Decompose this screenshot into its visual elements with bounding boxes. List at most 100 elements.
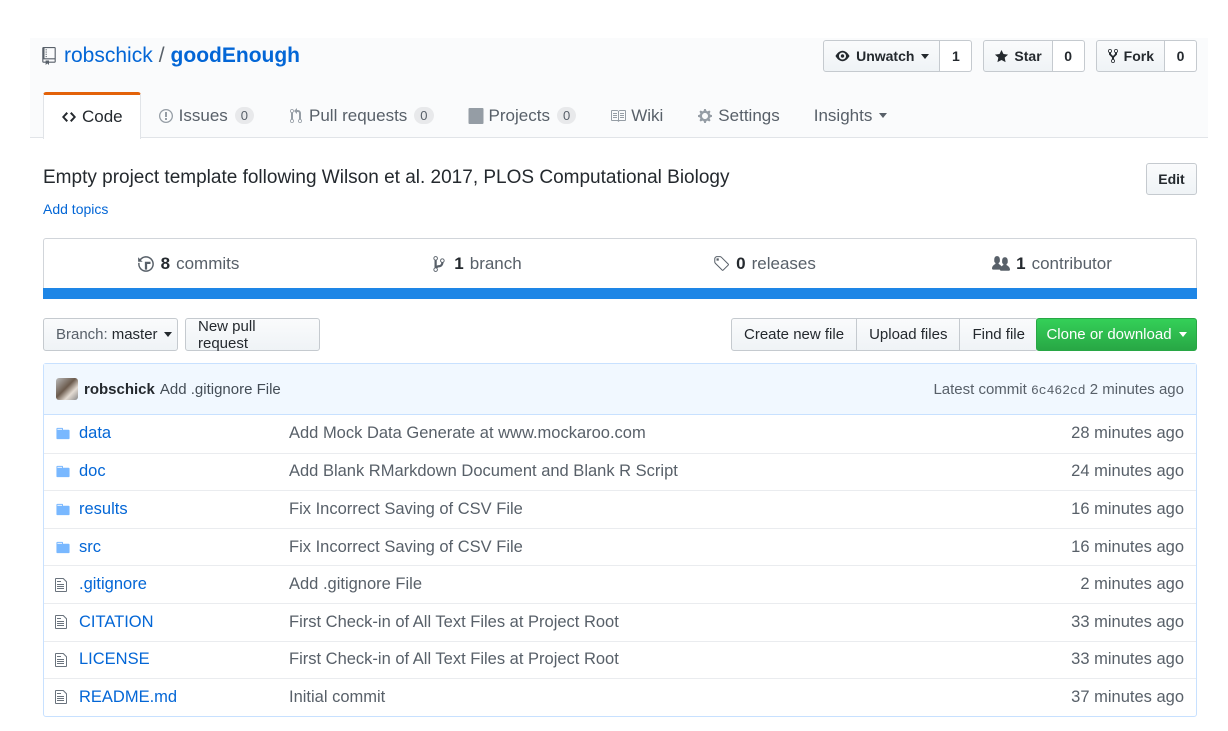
releases-label: releases [751,254,816,273]
language-bar[interactable] [43,288,1197,299]
tab-pull-requests-label: Pull requests [309,105,408,125]
file-icon [54,577,74,593]
branch-icon [433,256,445,272]
file-row: doc Add Blank RMarkdown Document and Blan… [44,452,1196,491]
star-count[interactable]: 0 [1052,40,1085,72]
tab-issues-label: Issues [178,105,228,125]
branches-link[interactable]: 1 branch [332,239,620,289]
folder-icon [54,426,74,442]
caret-down-icon [163,332,172,337]
file-name-link[interactable]: CITATION [79,613,289,632]
numbers-summary: 8 commits 1 branch 0 releases 1 contribu… [43,238,1197,299]
tab-settings-label: Settings [718,105,780,125]
repo-name-link[interactable]: goodEnough [171,44,300,68]
watch-group: Unwatch 1 [823,40,973,72]
branches-label: branch [469,254,522,273]
branch-select-button[interactable]: Branch: master [43,318,178,351]
repo-nav-tabs: Code Issues 0 Pull requests 0 Projects 0… [43,92,904,139]
file-row: .gitignore Add .gitignore File 2 minutes a… [44,565,1196,603]
history-icon [137,256,154,272]
watch-count[interactable]: 1 [940,40,973,72]
path-separator: / [158,44,165,67]
unwatch-button[interactable]: Unwatch [823,40,941,72]
fork-count[interactable]: 0 [1165,40,1197,72]
book-icon [611,109,627,122]
file-name-link[interactable]: LICENSE [79,650,289,669]
tab-code[interactable]: Code [43,92,141,139]
file-age: 28 minutes ago [1071,424,1184,443]
upload-files-button[interactable]: Upload files [856,318,961,351]
contributors-count: 1 [1016,254,1026,273]
avatar[interactable] [56,378,78,400]
file-commit-message[interactable]: Add .gitignore File [289,575,1080,594]
repo-actions: Unwatch 1 Star 0 Fork 0 [823,40,1197,72]
file-commit-message[interactable]: Add Blank RMarkdown Document and Blank R… [289,462,1071,481]
file-row: LICENSE First Check-in of All Text Files … [44,640,1196,679]
fork-button[interactable]: Fork [1095,40,1165,72]
file-commit-message[interactable]: Fix Incorrect Saving of CSV File [289,500,1071,519]
file-icon [54,614,74,630]
folder-icon [54,539,74,555]
repo-header: robschick / goodEnough Unwatch 1 Star 0 … [30,38,1208,139]
new-pull-request-button[interactable]: New pull request [185,318,320,352]
releases-link[interactable]: 0 releases [620,239,908,289]
tab-wiki-label: Wiki [631,105,664,125]
star-button[interactable]: Star [983,40,1053,72]
create-new-file-button[interactable]: Create new file [731,318,858,351]
file-commit-message[interactable]: Initial commit [289,688,1071,707]
commits-link[interactable]: 8 commits [44,239,332,289]
tab-wiki[interactable]: Wiki [593,92,680,139]
file-commit-message[interactable]: Fix Incorrect Saving of CSV File [289,538,1071,557]
fork-icon [1107,48,1118,64]
file-name-link[interactable]: results [79,500,289,519]
tab-projects-label: Projects [488,105,550,125]
eye-icon [835,50,850,62]
caret-down-icon [879,113,888,118]
file-rows: data Add Mock Data Generate at www.mockar… [44,415,1196,716]
folder-icon [54,464,74,480]
file-row: results Fix Incorrect Saving of CSV File 1… [44,490,1196,528]
file-commit-message[interactable]: First Check-in of All Text Files at Proj… [289,613,1071,632]
tab-settings[interactable]: Settings [680,92,796,139]
commit-message[interactable]: Add .gitignore File [160,381,281,398]
file-icon [54,689,74,705]
clone-label: Clone or download [1046,326,1172,343]
tag-icon [714,256,730,271]
find-file-button[interactable]: Find file [959,318,1038,351]
caret-down-icon [921,53,930,59]
tab-projects[interactable]: Projects 0 [451,92,594,139]
commit-author[interactable]: robschick [84,381,155,398]
fork-label: Fork [1123,48,1154,64]
file-name-link[interactable]: .gitignore [79,575,289,594]
pull-request-icon [290,107,303,123]
file-name-link[interactable]: src [79,538,289,557]
tab-pull-requests-count: 0 [414,107,434,124]
file-row: src Fix Incorrect Saving of CSV File 16 mi… [44,527,1196,566]
file-name-link[interactable]: doc [79,462,289,481]
file-commit-message[interactable]: Add Mock Data Generate at www.mockaroo.c… [289,424,1071,443]
file-name-link[interactable]: README.md [79,688,289,707]
branch-prefix: Branch: [56,326,108,343]
branches-count: 1 [454,254,464,273]
star-group: Star 0 [983,40,1085,72]
file-name-link[interactable]: data [79,424,289,443]
file-commit-message[interactable]: First Check-in of All Text Files at Proj… [289,650,1071,669]
tab-pull-requests[interactable]: Pull requests 0 [271,92,451,139]
file-row: README.md Initial commit 37 minutes ago [44,678,1196,716]
file-navigation: Branch: master New pull request Create n… [43,318,1197,352]
contributors-link[interactable]: 1 contributor [908,239,1196,289]
file-age: 16 minutes ago [1071,537,1184,556]
caret-down-icon [1178,332,1187,337]
edit-button[interactable]: Edit [1146,163,1197,195]
clone-or-download-button[interactable]: Clone or download [1036,318,1197,351]
repo-owner-link[interactable]: robschick [64,44,153,68]
tab-issues[interactable]: Issues 0 [141,92,271,139]
tab-insights[interactable]: Insights [797,92,905,139]
star-label: Star [1014,48,1042,64]
project-icon [468,107,484,124]
commit-sha[interactable]: 6c462cd [1031,383,1086,398]
tab-code-label: Code [82,107,123,126]
add-topics-link[interactable]: Add topics [43,201,108,217]
repo-description: Empty project template following Wilson … [43,167,730,188]
contributors-label: contributor [1031,254,1112,273]
